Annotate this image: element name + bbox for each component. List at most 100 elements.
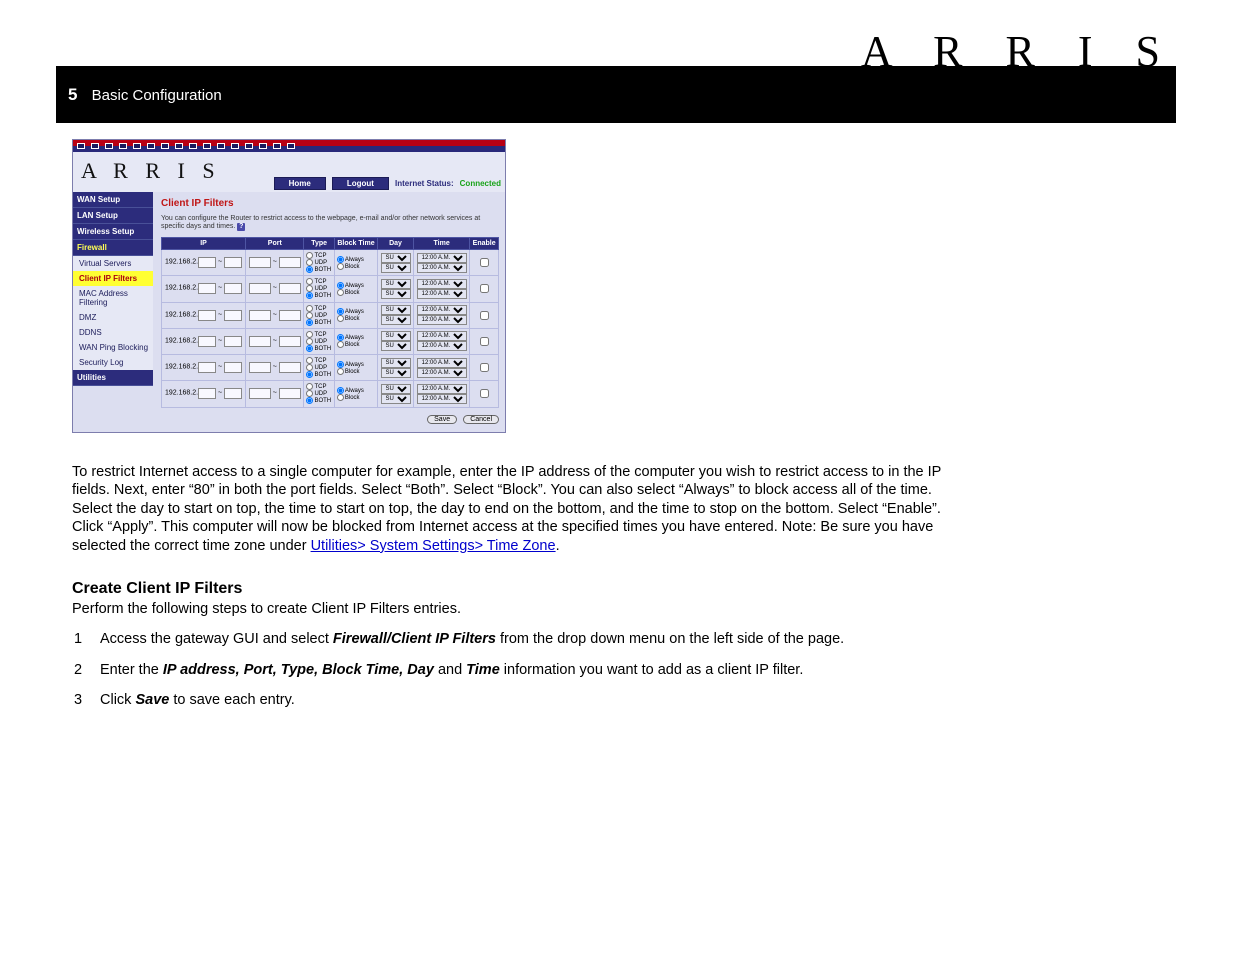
enable-checkbox[interactable]: [480, 389, 489, 398]
blocktime-block[interactable]: Block: [337, 341, 375, 348]
day-end[interactable]: SUN: [381, 315, 411, 325]
blocktime-block[interactable]: Block: [337, 315, 375, 322]
port-end[interactable]: [279, 310, 301, 321]
blocktime-block[interactable]: Block: [337, 263, 375, 270]
port-end[interactable]: [279, 336, 301, 347]
day-end[interactable]: SUN: [381, 341, 411, 351]
blocktime-block[interactable]: Block: [337, 289, 375, 296]
day-start[interactable]: SUN: [381, 305, 411, 315]
type-udp[interactable]: UDP: [306, 338, 331, 345]
sidebar-ddns[interactable]: DDNS: [73, 325, 153, 340]
sidebar-lan[interactable]: LAN Setup: [73, 208, 153, 224]
blocktime-always[interactable]: Always: [337, 387, 375, 394]
day-start[interactable]: SUN: [381, 331, 411, 341]
type-tcp[interactable]: TCP: [306, 383, 331, 390]
day-start[interactable]: SUN: [381, 279, 411, 289]
type-udp[interactable]: UDP: [306, 285, 331, 292]
type-both[interactable]: BOTH: [306, 319, 331, 326]
time-end[interactable]: 12:00 A.M.: [417, 341, 467, 351]
home-button[interactable]: Home: [274, 177, 326, 190]
sidebar-mac-filtering[interactable]: MAC Address Filtering: [73, 286, 153, 310]
sidebar-client-ip-filters[interactable]: Client IP Filters: [73, 271, 153, 286]
save-button[interactable]: Save: [427, 415, 457, 424]
port-start[interactable]: [249, 257, 271, 268]
type-udp[interactable]: UDP: [306, 312, 331, 319]
enable-checkbox[interactable]: [480, 258, 489, 267]
time-start[interactable]: 12:00 A.M.: [417, 358, 467, 368]
blocktime-always[interactable]: Always: [337, 256, 375, 263]
enable-checkbox[interactable]: [480, 337, 489, 346]
type-tcp[interactable]: TCP: [306, 252, 331, 259]
ip-start[interactable]: [198, 283, 216, 294]
type-tcp[interactable]: TCP: [306, 305, 331, 312]
type-tcp[interactable]: TCP: [306, 331, 331, 338]
port-end[interactable]: [279, 388, 301, 399]
type-both[interactable]: BOTH: [306, 397, 331, 404]
time-start[interactable]: 12:00 A.M.: [417, 279, 467, 289]
ip-start[interactable]: [198, 310, 216, 321]
time-end[interactable]: 12:00 A.M.: [417, 394, 467, 404]
day-start[interactable]: SUN: [381, 253, 411, 263]
type-udp[interactable]: UDP: [306, 390, 331, 397]
enable-checkbox[interactable]: [480, 311, 489, 320]
port-start[interactable]: [249, 310, 271, 321]
blocktime-always[interactable]: Always: [337, 334, 375, 341]
day-end[interactable]: SUN: [381, 289, 411, 299]
sidebar-utilities[interactable]: Utilities: [73, 370, 153, 386]
day-end[interactable]: SUN: [381, 368, 411, 378]
ip-end[interactable]: [224, 336, 242, 347]
blocktime-always[interactable]: Always: [337, 282, 375, 289]
enable-checkbox[interactable]: [480, 363, 489, 372]
time-end[interactable]: 12:00 A.M.: [417, 289, 467, 299]
port-start[interactable]: [249, 336, 271, 347]
day-end[interactable]: SUN: [381, 263, 411, 273]
ip-end[interactable]: [224, 362, 242, 373]
type-udp[interactable]: UDP: [306, 259, 331, 266]
sidebar-security-log[interactable]: Security Log: [73, 355, 153, 370]
time-end[interactable]: 12:00 A.M.: [417, 368, 467, 378]
port-end[interactable]: [279, 362, 301, 373]
ip-start[interactable]: [198, 257, 216, 268]
ip-start[interactable]: [198, 388, 216, 399]
port-start[interactable]: [249, 388, 271, 399]
ip-end[interactable]: [224, 310, 242, 321]
type-udp[interactable]: UDP: [306, 364, 331, 371]
day-end[interactable]: SUN: [381, 394, 411, 404]
port-start[interactable]: [249, 362, 271, 373]
sidebar-wan[interactable]: WAN Setup: [73, 192, 153, 208]
ip-start[interactable]: [198, 336, 216, 347]
blocktime-block[interactable]: Block: [337, 368, 375, 375]
port-end[interactable]: [279, 257, 301, 268]
timezone-link[interactable]: Utilities> System Settings> Time Zone: [311, 538, 556, 554]
help-icon[interactable]: ?: [237, 223, 245, 231]
port-end[interactable]: [279, 283, 301, 294]
time-start[interactable]: 12:00 A.M.: [417, 331, 467, 341]
blocktime-always[interactable]: Always: [337, 361, 375, 368]
day-start[interactable]: SUN: [381, 384, 411, 394]
sidebar-wan-ping[interactable]: WAN Ping Blocking: [73, 340, 153, 355]
ip-start[interactable]: [198, 362, 216, 373]
sidebar-firewall[interactable]: Firewall: [73, 240, 153, 256]
sidebar-virtual-servers[interactable]: Virtual Servers: [73, 256, 153, 271]
blocktime-block[interactable]: Block: [337, 394, 375, 401]
ip-end[interactable]: [224, 283, 242, 294]
time-end[interactable]: 12:00 A.M.: [417, 263, 467, 273]
blocktime-always[interactable]: Always: [337, 308, 375, 315]
enable-checkbox[interactable]: [480, 284, 489, 293]
type-both[interactable]: BOTH: [306, 292, 331, 299]
cancel-button[interactable]: Cancel: [463, 415, 499, 424]
sidebar-wireless[interactable]: Wireless Setup: [73, 224, 153, 240]
type-both[interactable]: BOTH: [306, 266, 331, 273]
time-start[interactable]: 12:00 A.M.: [417, 253, 467, 263]
sidebar-dmz[interactable]: DMZ: [73, 310, 153, 325]
ip-end[interactable]: [224, 388, 242, 399]
time-start[interactable]: 12:00 A.M.: [417, 305, 467, 315]
type-both[interactable]: BOTH: [306, 345, 331, 352]
type-tcp[interactable]: TCP: [306, 278, 331, 285]
time-end[interactable]: 12:00 A.M.: [417, 315, 467, 325]
type-both[interactable]: BOTH: [306, 371, 331, 378]
port-start[interactable]: [249, 283, 271, 294]
type-tcp[interactable]: TCP: [306, 357, 331, 364]
logout-button[interactable]: Logout: [332, 177, 389, 190]
day-start[interactable]: SUN: [381, 358, 411, 368]
